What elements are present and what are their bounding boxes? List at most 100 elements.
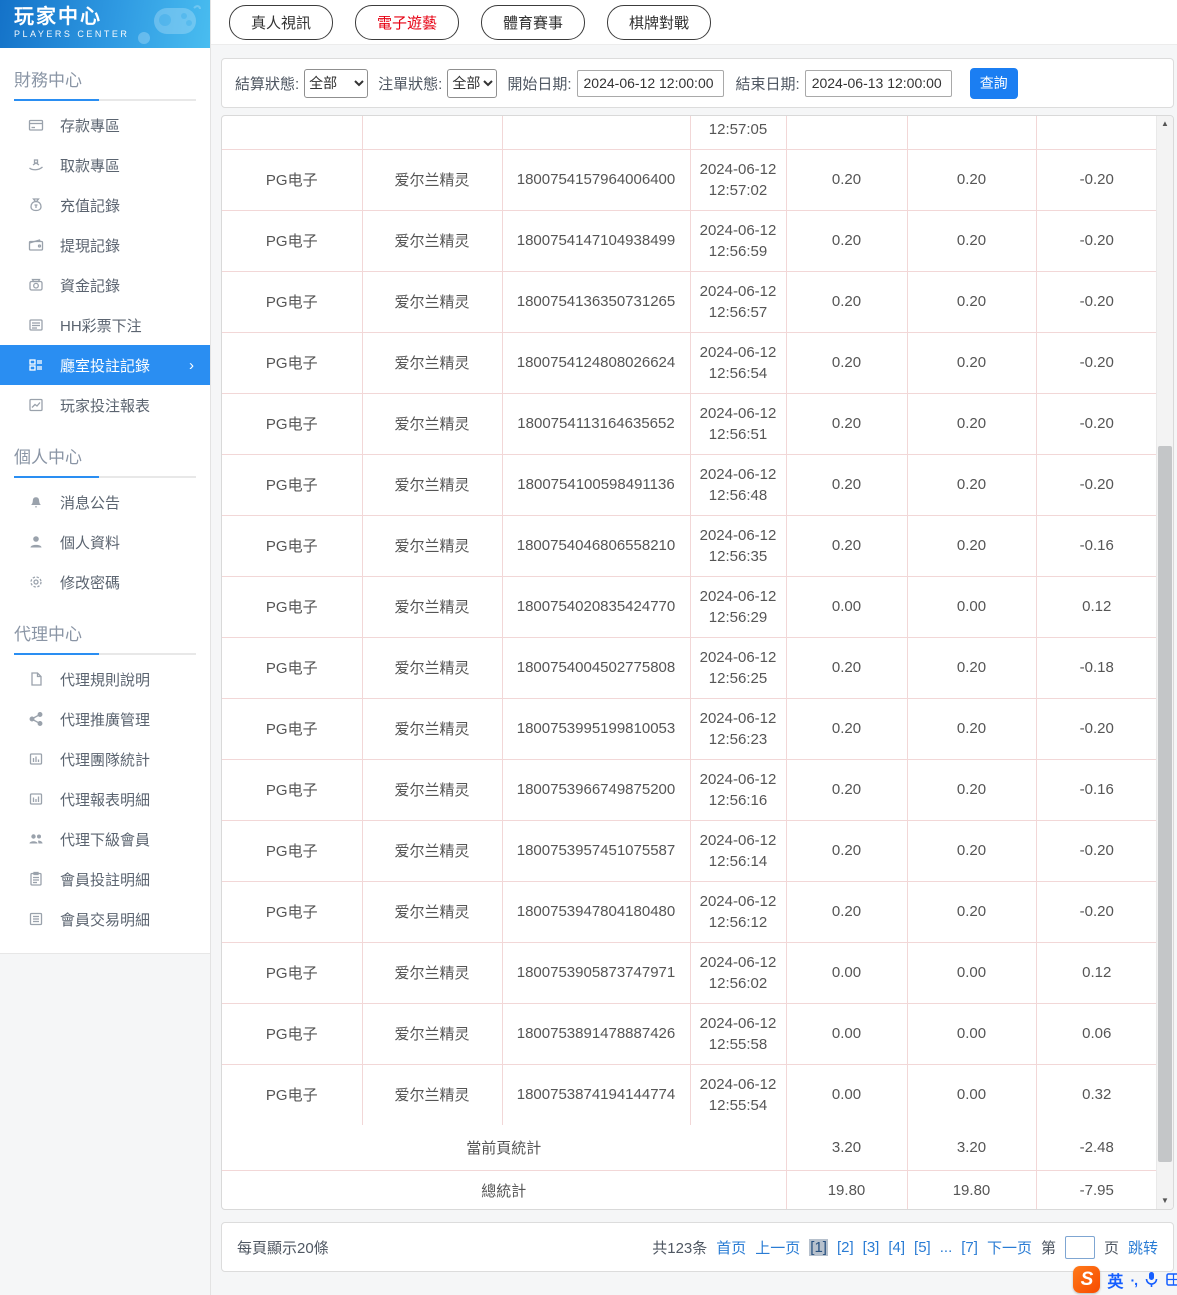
page-link-2[interactable]: [2] (837, 1239, 854, 1256)
sidebar-item-player-report[interactable]: 玩家投注報表 (0, 385, 210, 425)
section-divider (14, 476, 196, 478)
sidebar-item-agent-promotion[interactable]: 代理推廣管理 (0, 699, 210, 739)
bet-time-cell: 2024-06-12 12:56:54 (689, 331, 787, 394)
win-loss-cell: -0.20 (1035, 880, 1156, 943)
bet-amount-cell: 0.20 (785, 270, 908, 333)
scroll-down-icon[interactable]: ▼ (1157, 1193, 1173, 1209)
bet-id-cell: 1800753957451075587 (501, 819, 691, 882)
game-name-cell (361, 116, 503, 150)
tab-sports[interactable]: 體育賽事 (481, 4, 586, 40)
table-viewport: 12:57:05 PG电子 爱尔兰精灵 1800754157964006400 (222, 116, 1156, 1209)
order-status-select[interactable]: 全部 (447, 68, 498, 98)
page-link-3[interactable]: [3] (863, 1239, 880, 1256)
page-link-1[interactable]: [1] (809, 1238, 828, 1256)
game-cell: PG电子 (222, 331, 363, 394)
prev-page-link[interactable]: 上一页 (755, 1237, 800, 1258)
game-name-cell: 爱尔兰精灵 (361, 819, 503, 882)
bet-amount-cell: 0.00 (785, 941, 908, 1004)
table-row: PG电子 爱尔兰精灵 1800754004502775808 2024-06-1… (222, 636, 1156, 699)
end-date-input[interactable] (804, 69, 952, 97)
bet-id-cell: 1800754113164635652 (501, 392, 691, 455)
next-page-link[interactable]: 下一页 (987, 1237, 1032, 1258)
search-button[interactable]: 查詢 (969, 67, 1018, 99)
scrollbar-thumb[interactable] (1158, 446, 1172, 1162)
game-name-cell: 爱尔兰精灵 (361, 331, 503, 394)
page-link-4[interactable]: [4] (888, 1239, 905, 1256)
sidebar-item-deposit[interactable]: 存款專區 (0, 105, 210, 145)
win-loss-cell: 0.32 (1035, 1063, 1156, 1125)
sidebar-item-withdraw[interactable]: 取款專區 (0, 145, 210, 185)
valid-bet-cell: 0.00 (906, 941, 1037, 1004)
bet-time: 12:56:29 (708, 608, 768, 626)
vertical-scrollbar[interactable]: ▲ ▼ (1156, 116, 1173, 1209)
sidebar-item-label: 個人資料 (60, 534, 121, 552)
start-date-input[interactable] (576, 69, 724, 97)
bet-id-cell: 1800753947804180480 (501, 880, 691, 943)
bet-amount-cell: 0.00 (785, 1063, 908, 1125)
page-link-5[interactable]: [5] (914, 1239, 931, 1256)
game-name-cell: 爱尔兰精灵 (361, 941, 503, 1004)
ime-punctuation-toggle[interactable]: ·, (1130, 1272, 1138, 1288)
sogou-ime-icon[interactable]: S (1073, 1266, 1101, 1293)
sidebar-item-change-password[interactable]: 修改密碼 (0, 562, 210, 602)
game-name-cell: 爱尔兰精灵 (361, 758, 503, 821)
sidebar-item-label: 提現記錄 (60, 237, 121, 255)
ime-language-toggle[interactable]: 英 (1107, 1268, 1123, 1292)
sidebar-item-agent-rules[interactable]: 代理規則說明 (0, 659, 210, 699)
bet-date: 2024-06-12 (699, 282, 777, 300)
scroll-up-icon[interactable]: ▲ (1157, 116, 1173, 132)
sidebar-item-label: 充值記錄 (60, 197, 121, 215)
money-bag-icon (30, 198, 42, 212)
goto-jump-button[interactable]: 跳转 (1128, 1237, 1158, 1258)
bet-time-cell: 2024-06-12 12:57:02 (689, 148, 787, 211)
sidebar-item-agent-team-stats[interactable]: 代理團隊統計 (0, 739, 210, 779)
first-page-link[interactable]: 首页 (716, 1237, 746, 1258)
bet-date: 2024-06-12 (699, 465, 777, 483)
sidebar-item-member-transaction-detail[interactable]: 會員交易明細 (0, 899, 210, 939)
sidebar-item-agent-downline[interactable]: 代理下級會員 (0, 819, 210, 859)
sidebar-item-funds-record[interactable]: 資金記錄 (0, 265, 210, 305)
game-cell: PG电子 (222, 697, 363, 760)
win-loss-cell: 0.12 (1035, 575, 1156, 638)
app-window: 玩家中心 PLAYERS CENTER 財務中心 存款專區 取款專區 充值記錄 … (0, 0, 1177, 1295)
table-row: PG电子 爱尔兰精灵 1800753874194144774 2024-06-1… (222, 1063, 1156, 1125)
bet-time: 12:56:48 (708, 486, 768, 504)
game-cell (222, 116, 363, 150)
valid-bet-cell: 0.20 (906, 270, 1037, 333)
sidebar-item-member-bet-detail[interactable]: 會員投註明細 (0, 859, 210, 899)
sidebar-item-label: 代理下級會員 (60, 831, 151, 849)
valid-bet-cell: 0.20 (906, 758, 1037, 821)
settle-status-select[interactable]: 全部 (304, 68, 369, 98)
win-loss-cell: 0.06 (1035, 1002, 1156, 1065)
bet-amount-cell: 0.20 (785, 331, 908, 394)
tab-card-games[interactable]: 棋牌對戰 (607, 4, 712, 40)
sidebar-item-withdrawal-record[interactable]: 提現記錄 (0, 225, 210, 265)
goto-page-input[interactable] (1064, 1235, 1095, 1259)
game-cell: PG电子 (222, 941, 363, 1004)
sidebar-item-room-bet-records[interactable]: 廳室投註記錄 › (0, 345, 210, 385)
tab-electronic-games[interactable]: 電子遊藝 (355, 4, 460, 40)
keyboard-icon[interactable] (1166, 1271, 1177, 1288)
bet-date: 2024-06-12 (699, 770, 777, 788)
bet-date: 2024-06-12 (699, 1075, 777, 1093)
page-summary-bet: 3.20 (785, 1125, 908, 1171)
sidebar-item-recharge-record[interactable]: 充值記錄 (0, 185, 210, 225)
table-row: PG电子 爱尔兰精灵 1800754157964006400 2024-06-1… (222, 148, 1156, 211)
game-cell: PG电子 (222, 575, 363, 638)
sidebar-item-profile[interactable]: 個人資料 (0, 522, 210, 562)
page-summary-win: -2.48 (1035, 1125, 1156, 1171)
sidebar-item-announcements[interactable]: 消息公告 (0, 482, 210, 522)
list-card-icon (29, 912, 43, 926)
gear-icon (30, 576, 42, 588)
sidebar-item-lottery-bets[interactable]: HH彩票下注 (0, 305, 210, 345)
bell-icon (31, 497, 41, 508)
report-chart-icon (29, 398, 43, 412)
page-link-7[interactable]: [7] (961, 1239, 978, 1256)
bet-amount-cell (785, 116, 908, 150)
microphone-icon[interactable] (1144, 1271, 1159, 1288)
bet-id-cell: 1800754136350731265 (501, 270, 691, 333)
sidebar-item-label: 存款專區 (60, 117, 121, 135)
tab-live-casino[interactable]: 真人視訊 (229, 4, 334, 40)
game-name-cell: 爱尔兰精灵 (361, 636, 503, 699)
sidebar-item-agent-report-detail[interactable]: 代理報表明細 (0, 779, 210, 819)
